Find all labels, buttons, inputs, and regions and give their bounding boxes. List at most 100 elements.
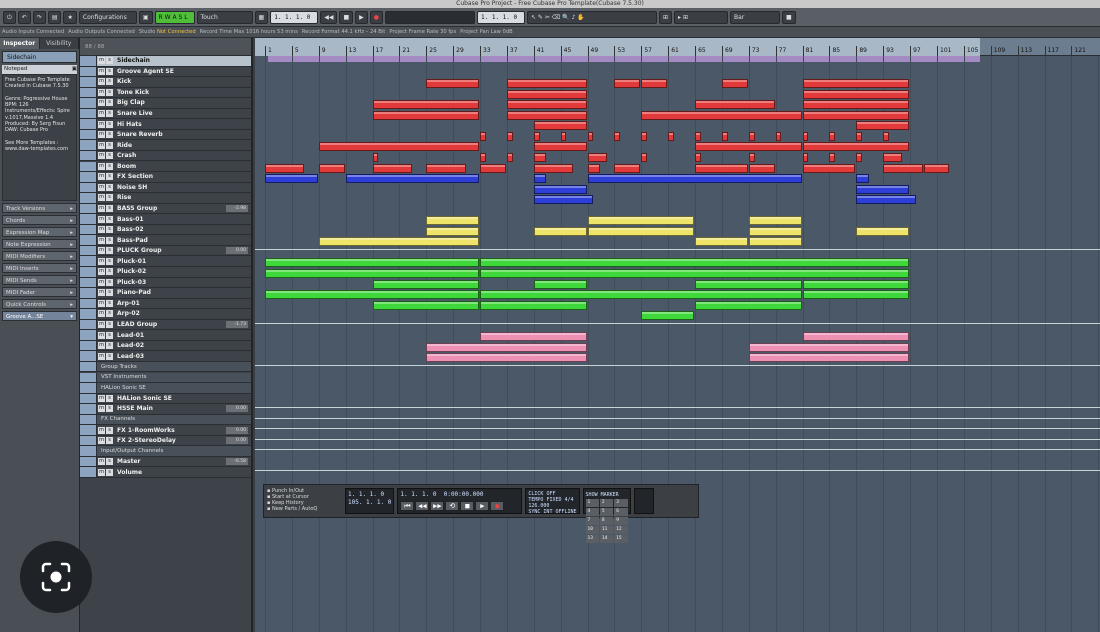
mute-button[interactable]: m (98, 458, 105, 466)
mute-button[interactable]: m (98, 226, 105, 234)
midi-part[interactable] (614, 131, 621, 141)
midi-part[interactable] (641, 79, 668, 89)
color-icon[interactable]: ■ (782, 10, 796, 24)
midi-part[interactable] (533, 226, 587, 236)
midi-part[interactable] (829, 131, 836, 141)
solo-button[interactable]: s (106, 162, 113, 170)
solo-button[interactable]: s (106, 342, 113, 350)
track-row[interactable]: m s Piano-Pad (80, 288, 251, 299)
star-icon[interactable]: ★ (63, 10, 77, 24)
marker-button[interactable]: 4 (585, 508, 599, 516)
tempo-display[interactable]: CLICK OFF TEMPO FIXED 4/4 126.000 SYNC I… (525, 488, 580, 515)
solo-button[interactable]: s (106, 331, 113, 339)
midi-part[interactable] (802, 110, 910, 120)
cycle-button[interactable]: ⟲ (445, 501, 460, 511)
track-row[interactable]: m s Hi Hats (80, 119, 251, 130)
solo-button[interactable]: s (106, 99, 113, 107)
automation-mode-select[interactable]: Touch (196, 10, 253, 24)
midi-part[interactable] (506, 110, 587, 120)
midi-part[interactable] (641, 152, 648, 162)
mute-button[interactable]: m (98, 321, 105, 328)
marker-button[interactable]: 8 (599, 517, 614, 525)
midi-part[interactable] (480, 131, 486, 141)
track-row[interactable]: m s FX 2-StereoDelay 0.00 (80, 435, 251, 447)
right-locator[interactable]: 105. 1. 1. 0 (348, 499, 391, 507)
marker-button[interactable]: 12 (614, 526, 628, 534)
midi-part[interactable] (856, 131, 863, 141)
transport-option[interactable]: ▪ New Parts / AutoQ (267, 506, 342, 512)
solo-button[interactable]: s (106, 437, 113, 445)
mute-button[interactable]: m (98, 131, 105, 139)
track-row[interactable]: VST Instruments (80, 372, 251, 383)
midi-part[interactable] (587, 152, 607, 162)
mute-button[interactable]: m (98, 99, 105, 107)
tab-inspector[interactable]: Inspector (0, 38, 40, 49)
midi-part[interactable] (587, 163, 600, 173)
solo-button[interactable]: s (106, 426, 113, 434)
midi-part[interactable] (775, 131, 782, 141)
midi-part[interactable] (506, 100, 587, 110)
midi-part[interactable] (614, 163, 641, 173)
solo-button[interactable]: s (106, 352, 113, 360)
solo-button[interactable]: s (106, 194, 113, 202)
position-bars[interactable]: 1. 1. 1. 0 0:00:00.000 (400, 491, 519, 499)
rewind-transport-button[interactable]: ◀◀ (415, 501, 430, 511)
position-display[interactable]: 1. 1. 1. 0 0:00:00.000 ⏮ ◀◀ ▶▶ ⟲ ■ ▶ ● (397, 488, 523, 514)
notepad-header[interactable]: Notepad ▣ (2, 65, 77, 74)
forward-button[interactable]: ▶▶ (430, 501, 445, 511)
track-row[interactable]: m s Boom (80, 161, 251, 172)
marker-button[interactable]: 5 (599, 508, 614, 516)
solo-button[interactable]: s (106, 289, 113, 297)
midi-part[interactable] (883, 131, 889, 141)
midi-part[interactable] (587, 226, 695, 236)
track-row[interactable]: m s Master -6.58 (80, 456, 251, 468)
position-primary[interactable]: 1. 1. 1. 0 (270, 10, 319, 24)
track-row[interactable]: m s Pluck-03 (80, 277, 251, 289)
midi-part[interactable] (748, 216, 802, 226)
midi-part[interactable] (372, 152, 379, 162)
midi-part[interactable] (480, 258, 910, 268)
midi-part[interactable] (923, 163, 950, 173)
midi-part[interactable] (829, 152, 836, 162)
midi-part[interactable] (265, 269, 480, 278)
midi-part[interactable] (372, 100, 480, 110)
mute-button[interactable]: m (98, 331, 105, 339)
midi-part[interactable] (480, 332, 587, 342)
midi-part[interactable] (533, 279, 587, 289)
midi-part[interactable] (480, 152, 486, 162)
midi-part[interactable] (748, 226, 802, 236)
track-row[interactable]: Group Tracks (80, 361, 251, 373)
midi-part[interactable] (748, 152, 755, 162)
midi-part[interactable] (506, 131, 513, 141)
track-row[interactable]: FX Channels (80, 414, 251, 426)
midi-part[interactable] (533, 121, 587, 131)
visual-search-button[interactable] (20, 541, 92, 613)
midi-part[interactable] (856, 174, 869, 184)
redo-icon[interactable]: ↷ (32, 10, 46, 24)
play-transport-button[interactable]: ▶ (475, 501, 490, 511)
mute-button[interactable]: m (98, 310, 105, 318)
solo-button[interactable]: s (106, 78, 113, 86)
solo-button[interactable]: s (106, 247, 113, 255)
midi-part[interactable] (426, 353, 587, 363)
ruler[interactable]: 1 5 9 13 17 21 25 29 33 37 41 45 49 53 57 61 65 69 73 77 81 8… (255, 38, 1100, 56)
track-row[interactable]: m s Snare Reverb (80, 129, 251, 141)
mute-button[interactable]: m (98, 194, 105, 202)
track-row[interactable]: m s Noise SH (80, 182, 251, 194)
midi-part[interactable] (506, 79, 587, 89)
midi-part[interactable] (748, 353, 910, 363)
mute-button[interactable]: m (98, 352, 105, 360)
midi-part[interactable] (802, 142, 910, 152)
midi-part[interactable] (480, 163, 506, 173)
midi-part[interactable] (856, 184, 910, 194)
show-value[interactable]: MARKER (601, 492, 619, 498)
midi-part[interactable] (480, 269, 910, 278)
midi-part[interactable] (372, 110, 480, 120)
project-window[interactable]: 1 5 9 13 17 21 25 29 33 37 41 45 49 53 57 61 65 69 73 77 81 8… (255, 38, 1100, 632)
midi-part[interactable] (265, 290, 480, 300)
midi-part[interactable] (372, 300, 480, 310)
midi-part[interactable] (748, 131, 755, 141)
grid-icon[interactable]: ⊞ (659, 10, 673, 24)
track-row[interactable]: m s Crash (80, 150, 251, 162)
midi-part[interactable] (641, 110, 802, 120)
